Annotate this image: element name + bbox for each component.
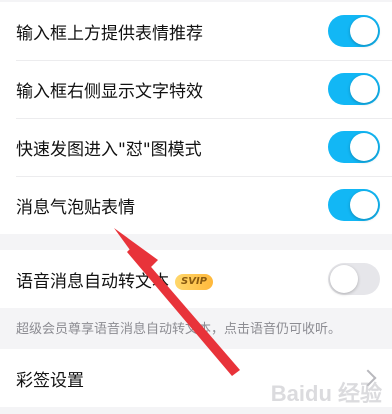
setting-row-caiqian[interactable]: 彩签设置 <box>0 349 392 407</box>
voice-settings-group: 语音消息自动转文本 SVIP <box>0 250 392 308</box>
caiqian-label: 彩签设置 <box>16 370 84 391</box>
setting-label: 输入框右侧显示文字特效 <box>16 81 203 102</box>
chevron-right-icon <box>359 369 377 387</box>
setting-row-voice-to-text[interactable]: 语音消息自动转文本 SVIP <box>0 250 392 308</box>
toggle-knob <box>330 265 358 293</box>
svip-badge: SVIP <box>175 273 213 290</box>
toggle-knob <box>350 17 378 45</box>
toggle-knob <box>350 75 378 103</box>
setting-label: 语音消息自动转文本 SVIP <box>16 267 328 292</box>
voice-to-text-note: 超级会员尊享语音消息自动转文本，点击语音仍可收听。 <box>0 308 392 349</box>
text-effect-toggle[interactable] <box>328 73 380 105</box>
toggle-knob <box>350 191 378 219</box>
caiqian-group: 彩签设置 <box>0 349 392 407</box>
setting-label: 消息气泡贴表情 <box>16 197 135 218</box>
setting-row-quick-image-mode[interactable]: 快速发图进入"怼"图模式 <box>0 118 392 176</box>
voice-to-text-label: 语音消息自动转文本 <box>16 271 169 292</box>
expression-settings-group: 输入框上方提供表情推荐 输入框右侧显示文字特效 快速发图进入"怼"图模式 消息气… <box>0 2 392 234</box>
setting-label: 输入框上方提供表情推荐 <box>16 23 203 44</box>
setting-label: 快速发图进入"怼"图模式 <box>16 139 202 160</box>
setting-row-bubble-sticker[interactable]: 消息气泡贴表情 <box>0 176 392 234</box>
setting-row-text-effect[interactable]: 输入框右侧显示文字特效 <box>0 60 392 118</box>
toggle-knob <box>350 133 378 161</box>
section-gap <box>0 234 392 250</box>
quick-image-mode-toggle[interactable] <box>328 131 380 163</box>
settings-screen: 输入框上方提供表情推荐 输入框右侧显示文字特效 快速发图进入"怼"图模式 消息气… <box>0 0 392 414</box>
expression-recommend-toggle[interactable] <box>328 15 380 47</box>
setting-row-expression-recommend[interactable]: 输入框上方提供表情推荐 <box>0 2 392 60</box>
voice-to-text-toggle[interactable] <box>328 263 380 295</box>
bubble-sticker-toggle[interactable] <box>328 189 380 221</box>
